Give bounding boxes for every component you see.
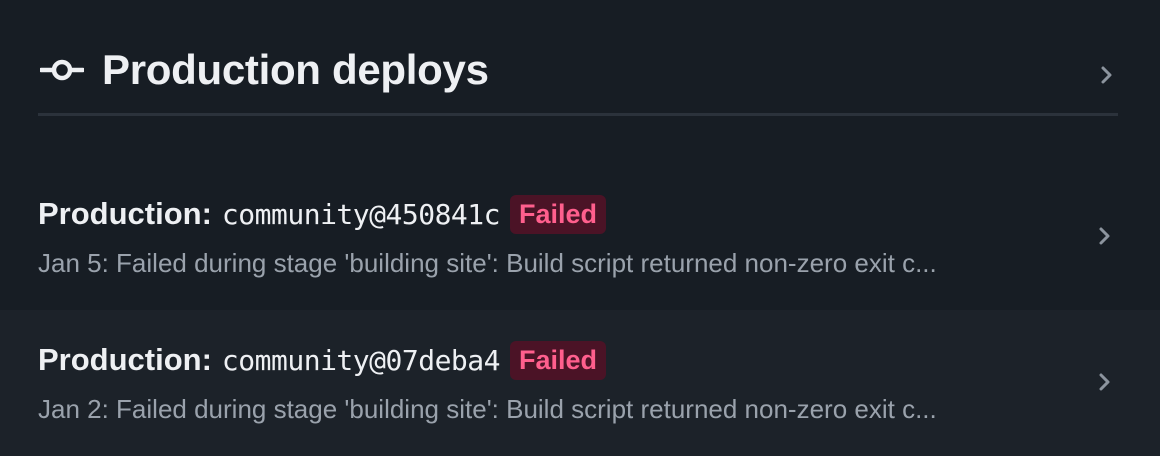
deploy-environment: Production: — [38, 196, 212, 231]
deploy-summary: Jan 2: Failed during stage 'building sit… — [38, 394, 937, 424]
deploy-ref: community@07deba4 — [221, 343, 501, 377]
deploy-ref: community@450841c — [221, 197, 501, 231]
deploy-title: Production: community@07deba4 Failed — [38, 340, 607, 380]
deploy-title: Production: community@450841c Failed — [38, 194, 607, 234]
deploy-row[interactable]: Production: community@07deba4 Failed Jan… — [0, 310, 1160, 456]
production-deploys-panel: Production deploys Production: community… — [0, 0, 1160, 456]
chevron-right-icon — [1098, 372, 1112, 392]
production-deploys-header[interactable]: Production deploys — [38, 0, 1118, 116]
panel-title: Production deploys — [102, 46, 489, 93]
status-badge: Failed — [510, 194, 607, 234]
chevron-right-icon — [1100, 65, 1114, 85]
status-badge: Failed — [510, 340, 607, 380]
chevron-right-icon — [1098, 226, 1112, 246]
deploy-row[interactable]: Production: community@450841c Failed Jan… — [0, 164, 1160, 310]
deploy-environment: Production: — [38, 342, 212, 377]
deploy-summary: Jan 5: Failed during stage 'building sit… — [38, 248, 937, 278]
commit-icon — [38, 57, 86, 83]
